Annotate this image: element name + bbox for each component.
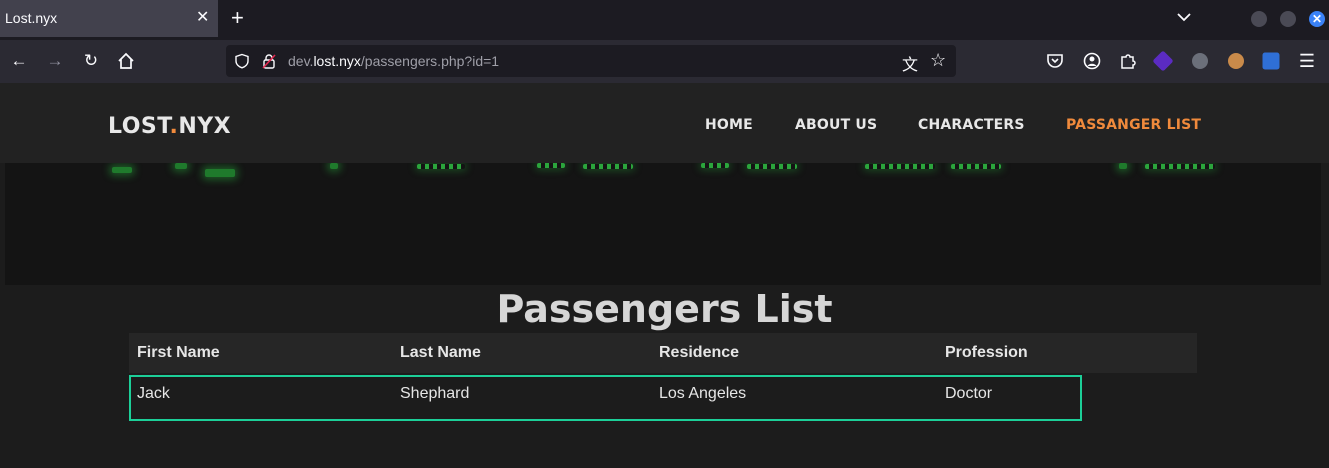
glow-mark: [112, 167, 132, 173]
url-prefix: dev.: [288, 53, 314, 69]
nav-link-passanger-list[interactable]: PASSANGER LIST: [1066, 117, 1201, 133]
column-header-first-name: First Name: [137, 344, 220, 361]
glow-mark: [951, 164, 1001, 169]
tab-bar: Lost.nyx ✕ + ✕: [0, 0, 1329, 40]
glow-mark: [865, 164, 935, 169]
extension-glasses-icon[interactable]: [1192, 53, 1208, 69]
glow-mark: [417, 164, 465, 169]
extensions-puzzle-icon[interactable]: [1118, 51, 1138, 71]
account-icon[interactable]: [1082, 51, 1102, 71]
glow-mark: [1145, 164, 1215, 169]
nav-link-about-us[interactable]: ABOUT US: [795, 117, 877, 133]
shield-icon[interactable]: [234, 53, 250, 69]
hero-banner: [5, 163, 1321, 285]
back-arrow-icon[interactable]: ←: [9, 51, 29, 71]
chevron-down-icon[interactable]: [1176, 9, 1192, 25]
maximize-button[interactable]: [1280, 11, 1296, 27]
column-header-last-name: Last Name: [400, 344, 481, 361]
table-header-row: First Name Last Name Residence Professio…: [129, 333, 1197, 373]
lock-insecure-icon[interactable]: [261, 53, 277, 69]
url-path: /passengers.php?id=1: [360, 53, 500, 69]
nav-link-home[interactable]: HOME: [705, 117, 753, 133]
column-header-profession: Profession: [945, 344, 1028, 361]
cell-last-name: Shephard: [400, 385, 470, 402]
browser-tab[interactable]: Lost.nyx ✕: [0, 0, 218, 37]
minimize-button[interactable]: [1251, 11, 1267, 27]
logo-dot: .: [169, 114, 179, 139]
extension-cookie-icon[interactable]: [1228, 53, 1244, 69]
column-header-residence: Residence: [659, 344, 740, 361]
logo-text-lost: LOST: [108, 114, 170, 139]
cell-first-name: Jack: [137, 385, 170, 402]
home-icon[interactable]: [116, 51, 136, 71]
site-header: LOST.NYX HOME ABOUT US CHARACTERS PASSAN…: [0, 83, 1329, 163]
glow-mark: [583, 164, 633, 169]
url-bar[interactable]: dev.lost.nyx/passengers.php?id=1 文 ☆: [226, 45, 956, 77]
pocket-icon[interactable]: [1045, 51, 1065, 71]
extension-translate-icon[interactable]: [1262, 52, 1280, 70]
glow-mark: [330, 163, 338, 169]
glow-mark: [205, 169, 235, 177]
navigation-toolbar: ← → ↻ dev.lost.nyx/passengers.php?id=1 文…: [0, 40, 1329, 100]
site-logo[interactable]: LOST.NYX: [108, 114, 231, 139]
forward-arrow-icon[interactable]: →: [45, 51, 65, 71]
nav-link-characters[interactable]: CHARACTERS: [918, 117, 1025, 133]
tab-title: Lost.nyx: [5, 10, 58, 26]
glow-mark: [537, 163, 565, 168]
table-row: Jack Shephard Los Angeles Doctor: [129, 375, 1082, 421]
url-host: lost.nyx: [313, 53, 361, 69]
glow-mark: [1119, 163, 1127, 169]
hamburger-menu-icon[interactable]: ☰: [1297, 51, 1317, 71]
translate-icon[interactable]: 文: [902, 51, 918, 75]
close-icon[interactable]: ✕: [196, 8, 210, 28]
logo-text-nyx: NYX: [178, 114, 232, 139]
glow-mark: [701, 163, 729, 168]
cell-profession: Doctor: [945, 385, 993, 402]
bookmark-star-icon[interactable]: ☆: [930, 50, 946, 71]
reload-icon[interactable]: ↻: [81, 51, 101, 71]
extension-purple-icon[interactable]: [1152, 50, 1174, 72]
page-title: Passengers List: [496, 287, 833, 331]
plus-icon[interactable]: +: [231, 7, 244, 29]
glow-mark: [175, 163, 187, 169]
cell-residence: Los Angeles: [659, 385, 747, 402]
glow-mark: [747, 164, 797, 169]
url-text[interactable]: dev.lost.nyx/passengers.php?id=1: [288, 53, 499, 69]
window-close-button[interactable]: ✕: [1309, 11, 1325, 27]
